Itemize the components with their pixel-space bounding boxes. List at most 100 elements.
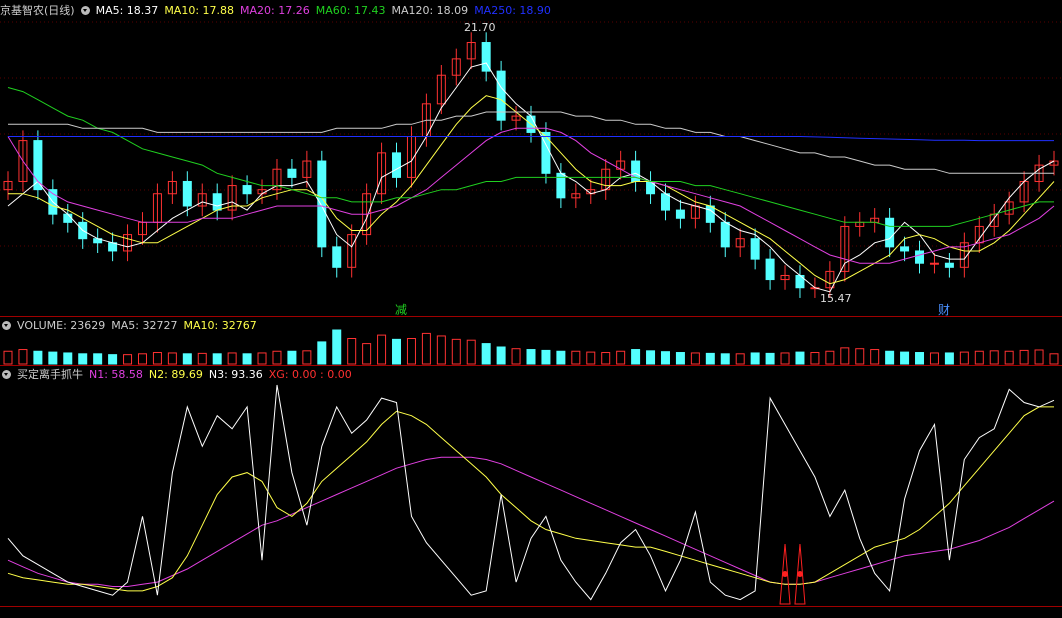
volume-bar <box>48 351 58 365</box>
volume-bar <box>3 350 13 365</box>
ma5-label: MA5: 18.37 <box>95 3 159 17</box>
volume-bar <box>466 339 476 365</box>
low-price-label: 15.47 <box>820 292 852 305</box>
candle-body <box>885 217 895 248</box>
volume-bar <box>959 351 969 365</box>
volume-bar <box>496 346 506 365</box>
volume-bar <box>78 353 88 365</box>
volume-bar <box>436 335 446 365</box>
volume-ma10-label: MA10: 32767 <box>183 318 257 332</box>
volume-bar <box>302 350 312 365</box>
volume-bar <box>885 350 895 365</box>
volume-bar <box>377 334 387 365</box>
volume-bar <box>750 352 760 365</box>
main-legend: 京基智农(日线) MA5: 18.37 MA10: 17.88 MA20: 17… <box>0 2 557 18</box>
volume-bar <box>631 349 641 365</box>
candle-body <box>332 246 342 268</box>
volume-bar <box>675 352 685 365</box>
candle-body <box>900 246 910 252</box>
volume-bar <box>257 352 267 365</box>
indicator-line-n1 <box>7 456 1055 587</box>
volume-bar <box>556 350 566 365</box>
volume-bar <box>1034 349 1044 365</box>
candle-body <box>242 185 252 195</box>
candle-body <box>929 262 939 265</box>
volume-bar <box>108 354 118 365</box>
volume-bar <box>451 338 461 365</box>
stock-name: 京基智农(日线) <box>0 4 75 17</box>
volume-bar <box>705 352 715 365</box>
indicator-name: 买定离手抓牛 <box>17 368 83 381</box>
volume-bar <box>1049 353 1059 365</box>
candle-body <box>182 180 192 207</box>
volume-bar <box>601 352 611 365</box>
ma120-label: MA120: 18.09 <box>391 3 469 17</box>
candle-body <box>212 193 222 211</box>
high-price-label: 21.70 <box>464 21 496 34</box>
volume-bar <box>795 351 805 365</box>
n2-label: N2: 89.69 <box>148 367 203 381</box>
volume-bar <box>616 350 626 365</box>
volume-bar <box>18 349 28 365</box>
ma20-label: MA20: 17.26 <box>240 3 310 17</box>
volume-bar <box>571 350 581 365</box>
volume-bar <box>780 352 790 365</box>
volume-bar <box>272 350 282 365</box>
candle-body <box>915 250 925 264</box>
candle-body <box>944 262 954 268</box>
volume-bar <box>646 350 656 365</box>
volume-label: VOLUME: 23629 <box>17 318 106 332</box>
volume-bar <box>332 329 342 365</box>
volume-bar <box>855 348 865 365</box>
volume-bar <box>227 352 237 365</box>
volume-bar <box>137 353 147 365</box>
volume-bar <box>362 343 372 365</box>
main-menu-icon[interactable] <box>80 5 90 15</box>
volume-bar <box>840 347 850 365</box>
volume-bar <box>152 352 162 365</box>
volume-menu-icon[interactable] <box>2 320 11 330</box>
ma250-label: MA250: 18.90 <box>474 3 551 17</box>
volume-bar <box>197 352 207 365</box>
volume-bar <box>1019 349 1029 365</box>
volume-bar <box>974 350 984 365</box>
volume-bar <box>541 349 551 365</box>
indicator-menu-icon[interactable] <box>2 369 11 379</box>
volume-bar <box>317 341 327 365</box>
candle-body <box>392 152 402 178</box>
volume-bar <box>586 351 596 365</box>
xg-signal-dot <box>782 571 789 577</box>
volume-bar <box>421 332 431 365</box>
volume-bar <box>287 350 297 365</box>
volume-bar <box>123 354 133 365</box>
volume-bar <box>720 353 730 365</box>
indicator-line-n3 <box>7 384 1055 601</box>
candle-body <box>317 160 327 248</box>
volume-bar <box>825 350 835 365</box>
volume-bar <box>660 351 670 365</box>
candle-body <box>705 205 715 223</box>
n3-label: N3: 93.36 <box>208 367 263 381</box>
ma10-label: MA10: 17.88 <box>164 3 235 17</box>
volume-bar <box>870 349 880 365</box>
volume-bar <box>212 353 222 365</box>
stock-chart: 京基智农(日线) MA5: 18.37 MA10: 17.88 MA20: 17… <box>0 0 1062 615</box>
volume-ma5-label: MA5: 32727 <box>111 318 178 332</box>
volume-bar <box>481 343 491 365</box>
candle-body <box>765 258 775 281</box>
candle-body <box>675 209 685 219</box>
candle-body <box>660 193 670 211</box>
chart-canvas <box>0 21 1062 605</box>
xg-signal-dot <box>796 571 803 577</box>
candle-body <box>496 70 506 121</box>
volume-bar <box>1004 350 1014 365</box>
volume-bar <box>765 352 775 365</box>
n1-label: N1: 58.58 <box>89 367 143 381</box>
ma60-label: MA60: 17.43 <box>315 3 386 17</box>
volume-bar <box>63 352 73 365</box>
candle-body <box>63 213 73 223</box>
volume-bar <box>900 351 910 365</box>
volume-bar <box>929 352 939 365</box>
candle-body <box>720 221 730 248</box>
volume-bar <box>526 349 536 365</box>
